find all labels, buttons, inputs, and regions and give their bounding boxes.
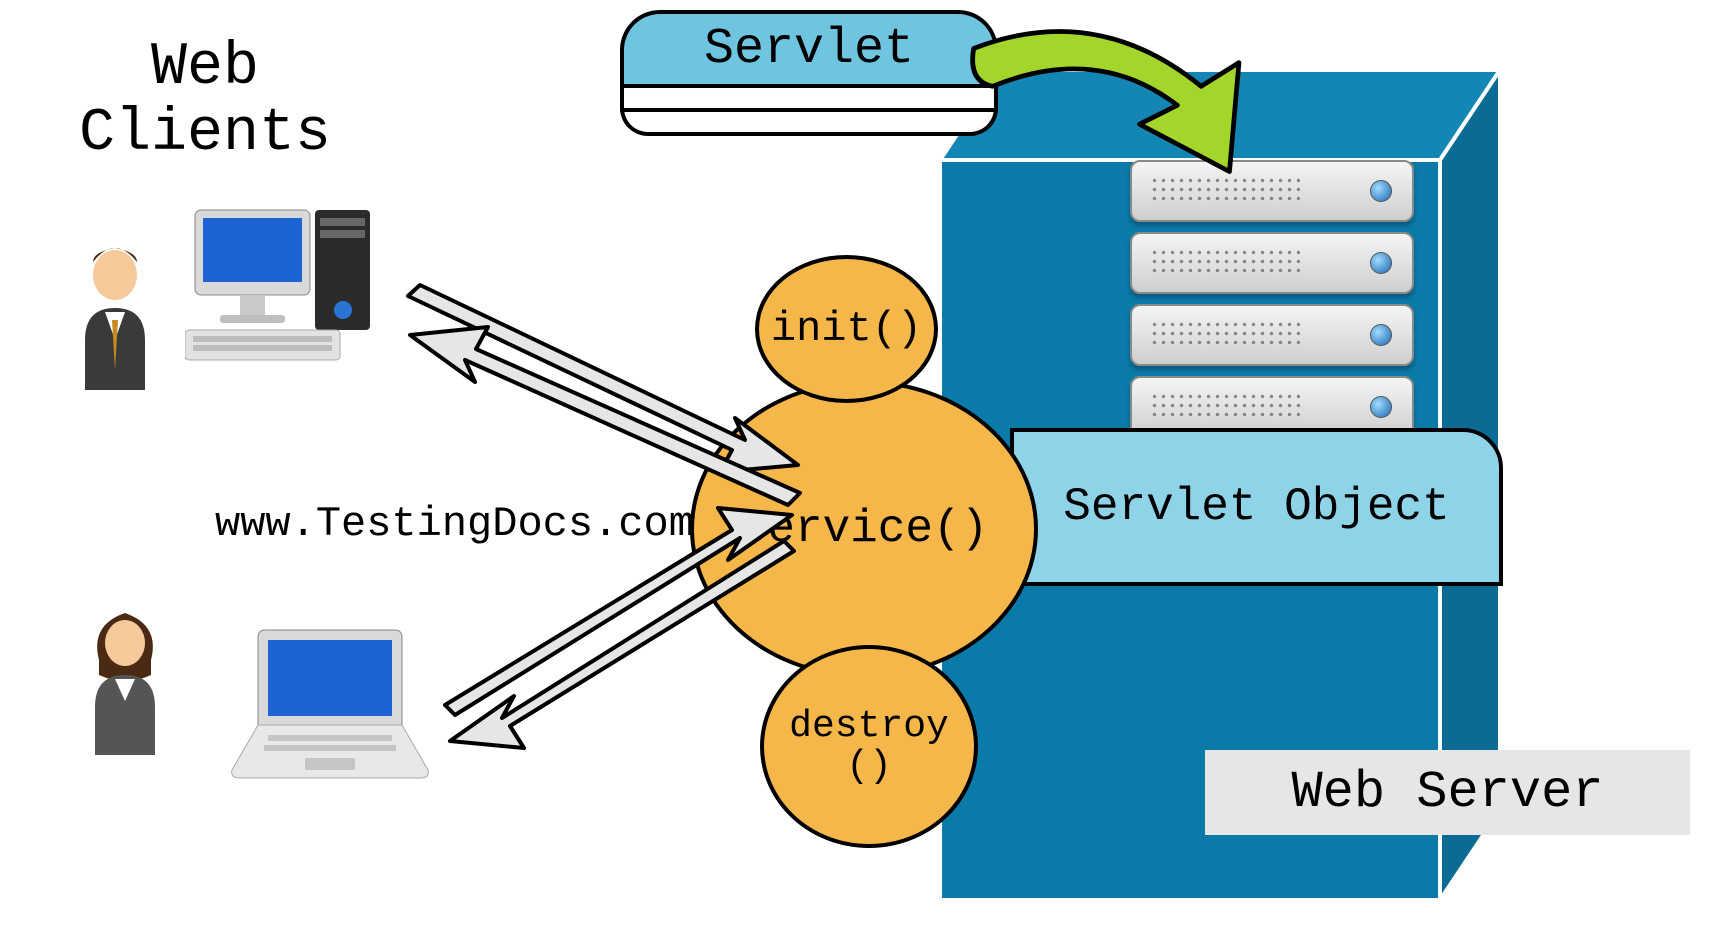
deploy-arrow-icon: [955, 20, 1305, 200]
user-female-icon: [75, 605, 175, 755]
init-circle: init(): [755, 255, 938, 403]
servlet-cap-label: Servlet: [620, 10, 998, 84]
web-server-label: Web Server: [1205, 750, 1690, 835]
desktop-computer-icon: [185, 200, 385, 370]
user-male-icon: [65, 240, 165, 390]
laptop-icon: [230, 620, 430, 790]
service-circle: service(): [690, 380, 1038, 678]
server-rack-icon: [1130, 160, 1410, 440]
servlet-object-box: Servlet Object: [1010, 428, 1503, 586]
watermark-label: www.TestingDocs.com: [215, 500, 694, 548]
destroy-circle: destroy (): [760, 645, 978, 848]
web-clients-label: Web Clients: [55, 35, 355, 167]
diagram-stage: Web Clients: [0, 0, 1721, 932]
servlet-capsule: Servlet: [620, 10, 990, 120]
